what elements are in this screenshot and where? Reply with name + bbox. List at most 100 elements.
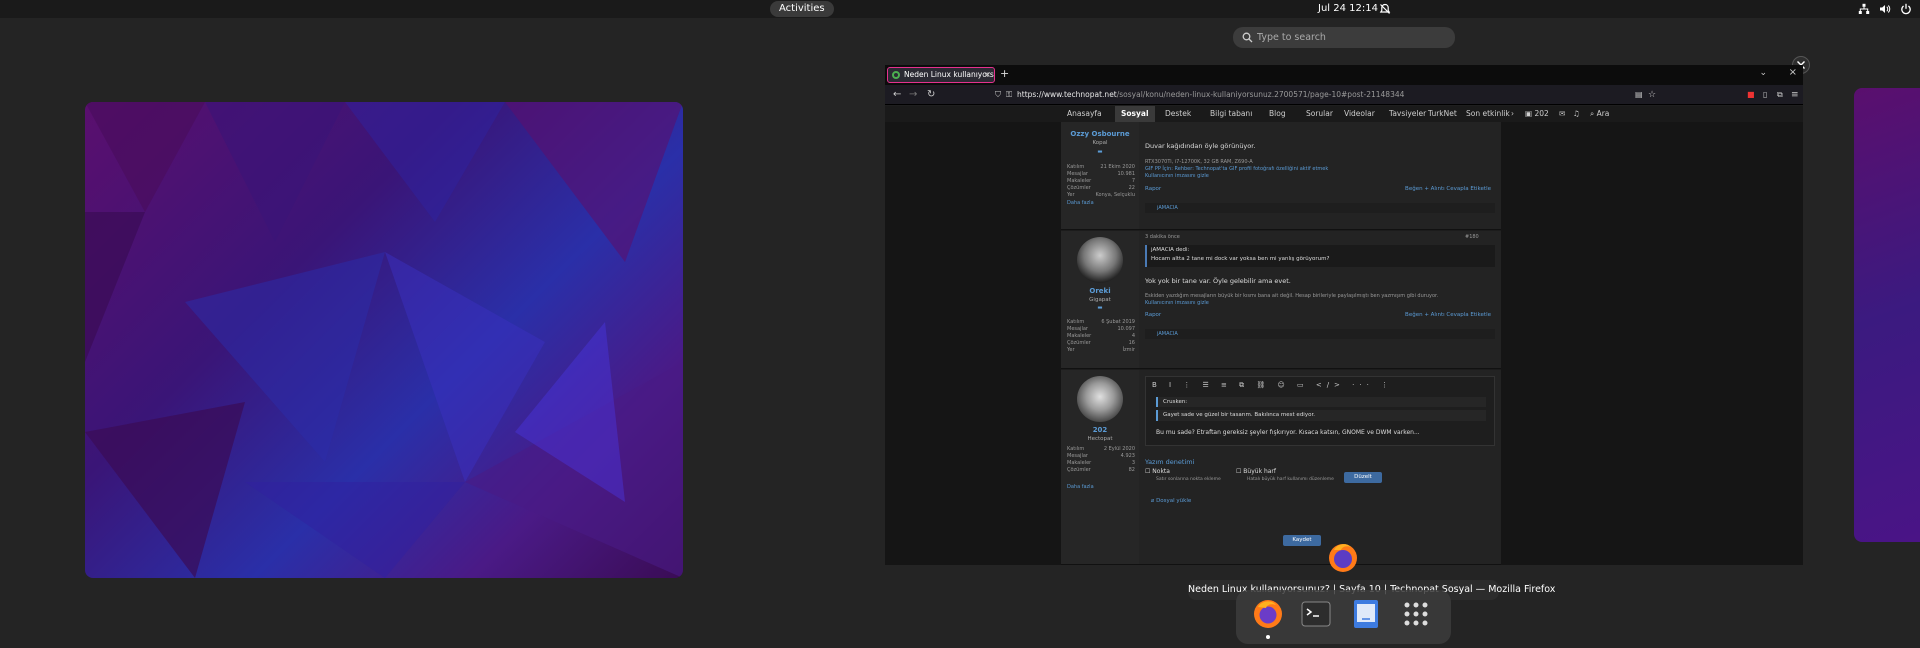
reaction-user[interactable]: jAMACIA: [1157, 205, 1178, 211]
reply-editor[interactable]: B I ⋮ ☰ ≡ ⧉ ⛓ ☺ ▭ </> ··· ⋮ Crusken: Gay…: [1145, 376, 1495, 446]
signature-line: RTX3070Ti, i7-12700K, 32 GB RAM, Z690-A: [1145, 159, 1253, 165]
firefox-icon[interactable]: [1252, 598, 1284, 630]
nav-destek[interactable]: Destek: [1165, 106, 1191, 122]
back-icon[interactable]: ←: [893, 88, 901, 102]
hide-signature-link[interactable]: Kullanıcının imzasını gizle: [1145, 173, 1209, 179]
bell-off-icon[interactable]: [1379, 3, 1391, 15]
nav-tavsiyeler[interactable]: Tavsiyeler: [1389, 106, 1426, 122]
post-actions[interactable]: Beğen + Alıntı Cevapla Etiketle: [1405, 312, 1491, 318]
quote-block: jAMACIA dedi: Hocam altta 2 tane mi dock…: [1145, 245, 1495, 267]
shield-icon[interactable]: ⛉: [995, 88, 1001, 102]
overview-search[interactable]: [1233, 27, 1455, 48]
network-icon[interactable]: [1858, 3, 1870, 15]
pocket-icon[interactable]: ▯: [1763, 88, 1767, 102]
reaction-bar: jAMACIA: [1145, 329, 1495, 339]
reload-icon[interactable]: ↻: [927, 88, 935, 102]
hide-signature-link[interactable]: Kullanıcının imzasını gizle: [1145, 300, 1209, 306]
tab-close-icon[interactable]: ×: [984, 68, 991, 82]
bookmark-star-icon[interactable]: ☆: [1648, 88, 1656, 102]
report-link[interactable]: Rapor: [1145, 312, 1161, 318]
forward-icon[interactable]: →: [909, 88, 917, 102]
avatar[interactable]: [1077, 376, 1123, 422]
alerts-icon[interactable]: ♫: [1573, 106, 1580, 122]
firefox-icon[interactable]: [1326, 540, 1360, 574]
nav-videolar[interactable]: Videolar: [1344, 106, 1375, 122]
stat-row: Makaleler 3: [1067, 460, 1135, 466]
menu-icon[interactable]: ≡: [1791, 88, 1799, 102]
text-editor-icon[interactable]: [1350, 598, 1382, 630]
editor-text[interactable]: Bu mu sade? Etraftan gereksiz şeyler fış…: [1156, 429, 1420, 436]
stat-value: 10.981: [1117, 171, 1136, 177]
nav-sosyal[interactable]: Sosyal: [1115, 106, 1155, 122]
more-info-link[interactable]: Daha fazla: [1067, 200, 1094, 206]
activities-button[interactable]: Activities: [770, 1, 834, 17]
list-tabs-icon[interactable]: ⌄: [1759, 68, 1767, 78]
post-time[interactable]: 3 dakika önce: [1145, 234, 1180, 240]
volume-icon[interactable]: [1879, 3, 1891, 15]
nav-blog[interactable]: Blog: [1269, 106, 1286, 122]
post-username[interactable]: Oreki: [1061, 287, 1139, 295]
show-apps-icon[interactable]: [1400, 598, 1432, 630]
check-nokta[interactable]: ☐ Nokta: [1145, 468, 1170, 475]
report-link[interactable]: Rapor: [1145, 186, 1161, 192]
reaction-user[interactable]: jAMACIA: [1157, 331, 1178, 337]
stat-row: Mesajlar 10.981: [1067, 171, 1135, 177]
nav-anasayfa[interactable]: Anasayfa: [1067, 106, 1102, 122]
messages-icon[interactable]: ✉: [1559, 106, 1565, 122]
editor-quote-text: Gayet sade ve güzel bir tasarım. Bakılın…: [1156, 410, 1486, 421]
technopat-favicon-icon: [892, 71, 900, 79]
attach-file-link[interactable]: ⌀ Dosyal yükle: [1151, 498, 1191, 504]
firefox-window[interactable]: Neden Linux kullanıyorsu... × + ⌄ × ← → …: [885, 65, 1803, 565]
site-search[interactable]: ⌕ Ara: [1590, 106, 1609, 122]
stat-value: 6 Şubat 2019: [1101, 319, 1135, 325]
save-button[interactable]: Kaydet: [1283, 535, 1321, 546]
signature-link[interactable]: GIF PP İçin: Rehber: Technopat'ta GIF pr…: [1145, 166, 1328, 172]
stat-key: Çözümler: [1067, 185, 1091, 191]
nav-son-etkinlik[interactable]: Son etkinlik: [1466, 106, 1510, 122]
next-workspace-thumbnail[interactable]: [1854, 88, 1920, 542]
browser-tab[interactable]: Neden Linux kullanıyorsu... ×: [887, 67, 995, 83]
editor-toolbar[interactable]: B I ⋮ ☰ ≡ ⧉ ⛓ ☺ ▭ </> ··· ⋮: [1152, 381, 1393, 390]
check-nokta-hint: Satır sonlarına nokta ekleme: [1156, 477, 1221, 482]
search-input[interactable]: [1257, 30, 1447, 45]
stat-key: Makaleler: [1067, 178, 1092, 184]
url-host: https://www.technopat.net: [1017, 90, 1117, 99]
extension-icon[interactable]: ■: [1747, 88, 1755, 102]
user-menu[interactable]: ▣ 202: [1525, 106, 1549, 122]
extensions-icon[interactable]: ⧉: [1777, 88, 1783, 102]
workspace-thumbnail[interactable]: [85, 102, 683, 578]
check-buyuk-harf[interactable]: ☐ Büyük harf: [1236, 468, 1276, 475]
nav-bilgi-tabani[interactable]: Bilgi tabanı: [1210, 106, 1252, 122]
new-tab-button[interactable]: +: [1000, 67, 1009, 80]
site-info-icon[interactable]: ⚿: [1006, 88, 1012, 102]
power-icon[interactable]: [1900, 3, 1912, 15]
nav-more-chevron-icon[interactable]: ›: [1511, 106, 1514, 122]
clock[interactable]: Jul 24 12:14: [1318, 2, 1378, 16]
stat-row: Mesajlar 10.097: [1067, 326, 1135, 332]
post-text: Yok yok bir tane var. Öyle gelebilir ama…: [1145, 277, 1291, 285]
nav-turknet[interactable]: TurkNet: [1428, 106, 1457, 122]
post-username[interactable]: Ozzy Osbourne: [1061, 130, 1139, 138]
message-user-icon[interactable]: ▬: [1061, 305, 1139, 311]
terminal-icon[interactable]: [1300, 598, 1332, 630]
stat-key: Makaleler: [1067, 460, 1092, 466]
stat-key: Mesajlar: [1067, 326, 1088, 332]
more-info-link[interactable]: Daha fazla: [1067, 484, 1094, 490]
stat-value: Konya, Selçuklu: [1095, 192, 1135, 198]
search-icon: [1242, 32, 1253, 43]
post-number[interactable]: #180: [1465, 234, 1479, 240]
page-margin-right: [1501, 122, 1803, 565]
url-bar[interactable]: ⛉ ⚿ https://www.technopat.net/sosyal/kon…: [995, 88, 1535, 102]
quote-author[interactable]: jAMACIA dedi:: [1151, 247, 1491, 253]
message-user-icon[interactable]: ▬: [1061, 149, 1139, 155]
url-path: /sosyal/konu/neden-linux-kullaniyorsunuz…: [1116, 90, 1405, 99]
running-indicator: [1266, 635, 1270, 639]
avatar[interactable]: [1077, 237, 1123, 283]
window-close-icon[interactable]: ×: [1789, 67, 1797, 78]
post-actions[interactable]: Beğen + Alıntı Cevapla Etiketle: [1405, 186, 1491, 192]
reply-username[interactable]: 202: [1061, 426, 1139, 434]
nav-sorular[interactable]: Sorular: [1306, 106, 1333, 122]
reader-view-icon[interactable]: ▤: [1635, 88, 1643, 102]
fix-button[interactable]: Düzelt: [1344, 472, 1382, 483]
post-oreki: Oreki Gigapat ▬ Katılım 6 Şubat 2019 Mesa…: [1061, 231, 1501, 369]
